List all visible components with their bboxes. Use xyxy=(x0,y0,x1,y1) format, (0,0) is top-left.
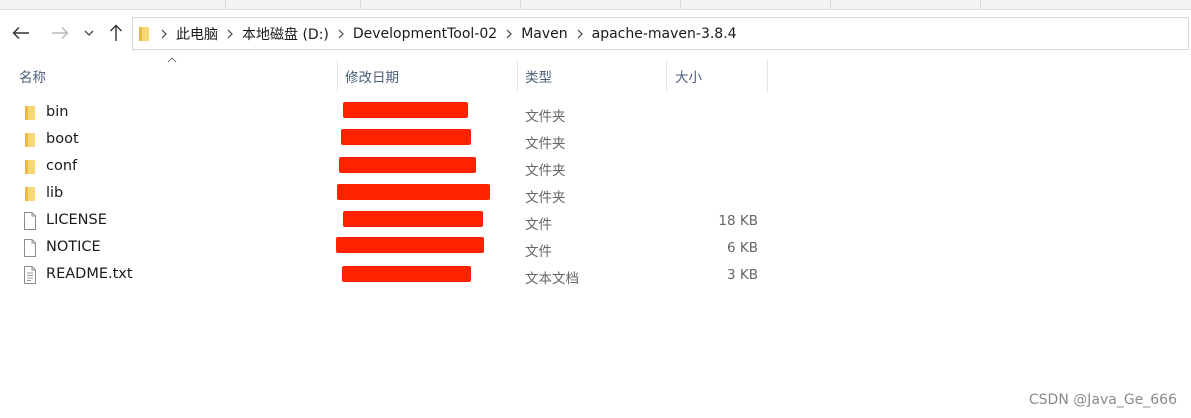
breadcrumb-separator-icon[interactable] xyxy=(220,29,240,39)
redaction-mark xyxy=(343,211,483,227)
breadcrumb-devtool[interactable]: DevelopmentTool-02 xyxy=(351,26,499,42)
navigation-bar: 此电脑 本地磁盘 (D:) DevelopmentTool-02 Maven a… xyxy=(0,12,1191,54)
file-name: conf xyxy=(46,158,78,174)
redaction-mark xyxy=(343,102,468,118)
file-icon xyxy=(24,212,36,230)
folder-icon xyxy=(25,187,35,201)
breadcrumb-separator-icon[interactable] xyxy=(331,29,351,39)
text-file-icon xyxy=(24,266,36,284)
column-header-row: 名称 修改日期 类型 大小 xyxy=(0,57,1191,92)
file-row[interactable]: bin 文件夹 xyxy=(0,100,1191,127)
column-divider[interactable] xyxy=(337,60,338,92)
file-row[interactable]: README.txt 文本文档 3 KB xyxy=(0,262,1191,289)
arrow-up-icon xyxy=(110,24,122,41)
file-type: 文件夹 xyxy=(525,190,566,206)
breadcrumb-this-pc[interactable]: 此电脑 xyxy=(174,24,220,44)
column-header-modified[interactable]: 修改日期 xyxy=(345,60,513,92)
arrow-right-icon xyxy=(52,27,69,39)
folder-icon xyxy=(138,26,154,42)
file-type: 文件 xyxy=(525,244,552,260)
chevron-down-icon xyxy=(84,30,94,36)
column-header-name[interactable]: 名称 xyxy=(19,60,334,92)
file-icon xyxy=(24,239,36,257)
address-bar[interactable]: 此电脑 本地磁盘 (D:) DevelopmentTool-02 Maven a… xyxy=(132,17,1189,50)
arrow-left-icon xyxy=(12,27,29,39)
file-type: 文件夹 xyxy=(525,163,566,179)
breadcrumb-separator-icon[interactable] xyxy=(499,29,519,39)
file-type: 文件夹 xyxy=(525,109,566,125)
file-name: lib xyxy=(46,185,64,201)
column-header-size[interactable]: 大小 xyxy=(675,60,763,92)
folder-icon xyxy=(25,106,35,120)
column-divider[interactable] xyxy=(517,60,518,92)
file-row[interactable]: lib 文件夹 xyxy=(0,181,1191,208)
file-row[interactable]: boot 文件夹 xyxy=(0,127,1191,154)
file-size: 6 KB xyxy=(727,240,758,256)
file-row[interactable]: NOTICE 文件 6 KB xyxy=(0,235,1191,262)
file-size: 18 KB xyxy=(718,213,758,229)
column-divider[interactable] xyxy=(767,60,768,92)
file-name: bin xyxy=(46,104,69,120)
file-name: NOTICE xyxy=(46,239,101,255)
redaction-mark xyxy=(341,129,471,145)
file-type: 文本文档 xyxy=(525,271,579,287)
breadcrumb-local-disk[interactable]: 本地磁盘 (D:) xyxy=(240,24,331,44)
recent-locations-button[interactable] xyxy=(78,20,100,46)
breadcrumb-maven[interactable]: Maven xyxy=(519,26,569,42)
file-row[interactable]: conf 文件夹 xyxy=(0,154,1191,181)
ribbon-strip xyxy=(0,0,1191,10)
redaction-mark xyxy=(337,184,490,200)
column-divider[interactable] xyxy=(666,60,667,92)
back-button[interactable] xyxy=(8,20,34,46)
up-button[interactable] xyxy=(103,20,129,46)
file-name: boot xyxy=(46,131,79,147)
redaction-mark xyxy=(336,237,484,253)
breadcrumb-current-folder[interactable]: apache-maven-3.8.4 xyxy=(590,26,739,42)
file-list: bin 文件夹 boot 文件夹 conf 文件夹 lib 文件夹 LICENS… xyxy=(0,100,1191,289)
folder-icon xyxy=(25,133,35,147)
file-type: 文件 xyxy=(525,217,552,233)
file-name: LICENSE xyxy=(46,212,107,228)
file-row[interactable]: LICENSE 文件 18 KB xyxy=(0,208,1191,235)
file-size: 3 KB xyxy=(727,267,758,283)
watermark: CSDN @Java_Ge_666 xyxy=(1028,392,1177,408)
breadcrumb-separator-icon[interactable] xyxy=(154,29,174,39)
breadcrumb-separator-icon[interactable] xyxy=(570,29,590,39)
file-name: README.txt xyxy=(46,266,133,282)
file-type: 文件夹 xyxy=(525,136,566,152)
redaction-mark xyxy=(339,157,476,173)
redaction-mark xyxy=(342,266,471,282)
forward-button[interactable] xyxy=(47,20,73,46)
folder-icon xyxy=(25,160,35,174)
column-header-type[interactable]: 类型 xyxy=(525,60,663,92)
